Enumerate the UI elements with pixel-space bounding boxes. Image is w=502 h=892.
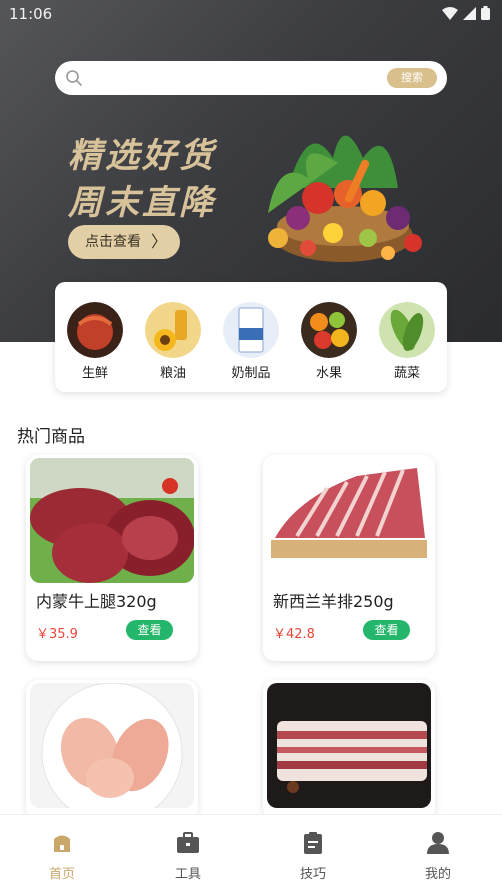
product-card[interactable]: 新西兰羊排250g ￥42.8 查看 (263, 455, 435, 661)
product-name: 新西兰羊排250g (273, 592, 394, 611)
toolbox-icon (177, 832, 199, 853)
search-bar: 搜索 (55, 61, 447, 95)
search-icon (66, 70, 82, 86)
dairy-image (223, 302, 279, 358)
category-vegetable[interactable]: 蔬菜 (375, 302, 439, 381)
product-image (267, 458, 431, 583)
status-icons (442, 6, 490, 20)
oil-image (145, 302, 201, 358)
product-card[interactable]: 内蒙牛上腿320g ￥35.9 查看 (26, 455, 198, 661)
banner-headline-2: 周末直降 (68, 183, 216, 223)
tab-profile[interactable]: 我的 (398, 831, 478, 882)
search-input[interactable] (91, 67, 431, 89)
product-price: ￥42.8 (273, 627, 315, 642)
fruit-image (301, 302, 357, 358)
category-dairy[interactable]: 奶制品 (219, 302, 283, 381)
product-card[interactable] (263, 680, 435, 820)
banner-button-label: 点击查看 (85, 234, 141, 250)
product-price: ￥35.9 (36, 627, 78, 642)
category-oil[interactable]: 粮油 (141, 302, 205, 381)
banner-view-button[interactable]: 点击查看 〉 (68, 225, 180, 259)
category-label: 生鲜 (81, 366, 108, 381)
vegetable-image (379, 302, 435, 358)
vegetable-basket-illustration (268, 135, 422, 262)
tab-label: 技巧 (299, 867, 326, 882)
category-label: 蔬菜 (393, 366, 420, 381)
tab-tips[interactable]: 技巧 (273, 831, 353, 882)
tab-tools[interactable]: 工具 (148, 831, 228, 882)
home-icon (54, 835, 70, 852)
product-image (30, 458, 194, 583)
bottom-tab-bar: 首页 工具 技巧 我的 (0, 814, 502, 892)
status-bar: 11:06 (0, 0, 502, 28)
category-panel: 生鲜 粮油 奶制品 水果 蔬菜 (55, 282, 447, 392)
search-button[interactable]: 搜索 (387, 68, 437, 88)
seafood-image (67, 302, 123, 358)
product-card[interactable] (26, 680, 198, 820)
category-fruit[interactable]: 水果 (297, 302, 361, 381)
view-button[interactable]: 查看 (126, 620, 173, 640)
product-image (30, 683, 194, 808)
chevron-right-icon: 〉 (150, 232, 167, 251)
signal-icon (463, 6, 476, 20)
category-label: 粮油 (159, 366, 186, 381)
section-title: 热门商品 (17, 427, 85, 447)
clipboard-icon (304, 832, 322, 854)
tab-label: 我的 (424, 867, 451, 882)
tab-home[interactable]: 首页 (22, 831, 102, 882)
banner-headline-1: 精选好货 (68, 136, 216, 176)
user-icon (427, 832, 449, 854)
tab-label: 工具 (174, 867, 201, 882)
product-image (267, 683, 431, 808)
category-label: 奶制品 (231, 366, 271, 381)
battery-icon (481, 6, 490, 20)
wifi-icon (442, 6, 458, 20)
tab-label: 首页 (48, 867, 75, 882)
view-button[interactable]: 查看 (363, 620, 410, 640)
status-time: 11:06 (9, 5, 53, 23)
category-label: 水果 (315, 366, 342, 381)
category-seafood[interactable]: 生鲜 (63, 302, 127, 381)
product-name: 内蒙牛上腿320g (36, 592, 157, 611)
